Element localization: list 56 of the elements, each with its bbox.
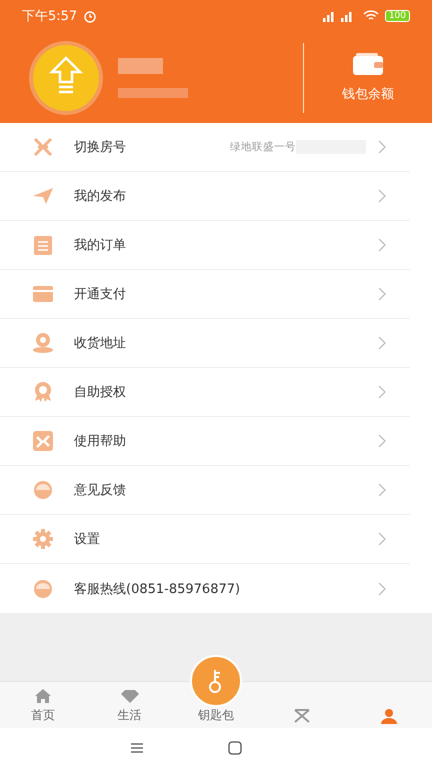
menu-item[interactable]: 我的发布: [0, 172, 410, 221]
diamond-icon: [120, 688, 139, 704]
settings-icon: [32, 528, 54, 550]
menu-label: 我的订单: [74, 237, 126, 254]
badge-icon: [32, 381, 54, 403]
tab[interactable]: 首页: [0, 682, 86, 728]
menu-label: 收货地址: [74, 335, 126, 352]
tab-label: 首页: [31, 707, 56, 724]
menu-item[interactable]: 意见反馈: [0, 466, 410, 515]
room-value: 绿地联盛一号: [230, 140, 296, 154]
tab-label: 钥匙包: [198, 707, 234, 724]
home-icon: [34, 688, 52, 704]
menu-item[interactable]: 客服热线(0851-85976877): [0, 564, 410, 613]
tab-label: 生活: [118, 707, 142, 724]
menu-label: 使用帮助: [74, 433, 126, 450]
chevron-right-icon: [378, 189, 386, 203]
menu-item[interactable]: 自助授权: [0, 368, 410, 417]
menu-label: 切换房号: [74, 139, 126, 156]
card-icon: [32, 283, 54, 305]
chevron-right-icon: [378, 385, 386, 399]
menu-label: 开通支付: [74, 286, 126, 303]
menu-label: 设置: [74, 531, 100, 548]
menu-item[interactable]: 开通支付: [0, 270, 410, 319]
person-icon: [380, 708, 398, 724]
chevron-right-icon: [378, 140, 386, 154]
cross-icon: [32, 136, 54, 158]
menu-label: 我的发布: [74, 188, 126, 205]
help-icon: [32, 430, 54, 452]
chevron-right-icon: [378, 336, 386, 350]
blurred-user-info: [118, 58, 188, 98]
home-button-icon[interactable]: [228, 741, 242, 755]
avatar-icon: [28, 40, 104, 116]
menu-item[interactable]: 我的订单: [0, 221, 410, 270]
menu-item[interactable]: 收货地址: [0, 319, 410, 368]
menu-icon[interactable]: [130, 742, 144, 754]
menu-label: 客服热线(0851-85976877): [74, 580, 240, 598]
status-time: 下午5:57: [22, 8, 78, 25]
menu-item[interactable]: 使用帮助: [0, 417, 410, 466]
chevron-right-icon: [378, 287, 386, 301]
chevron-right-icon: [378, 434, 386, 448]
menu-item[interactable]: 切换房号 绿地联盛一号: [0, 123, 410, 172]
menu-label: 自助授权: [74, 384, 126, 401]
clipboard-icon: [32, 234, 54, 256]
menu-label: 意见反馈: [74, 482, 126, 499]
chevron-right-icon: [378, 483, 386, 497]
chevron-right-icon: [378, 532, 386, 546]
menu-item[interactable]: 设置: [0, 515, 410, 564]
chevron-right-icon: [378, 582, 386, 596]
alarm-icon: [83, 9, 98, 23]
wifi-icon: [362, 10, 379, 22]
wallet-icon[interactable]: [353, 52, 383, 74]
chevron-right-icon: [378, 238, 386, 252]
tab[interactable]: 钥匙包: [172, 654, 260, 728]
tab[interactable]: 生活: [86, 682, 173, 728]
battery-level: 100: [384, 10, 410, 22]
location-pin-icon: [32, 332, 54, 354]
